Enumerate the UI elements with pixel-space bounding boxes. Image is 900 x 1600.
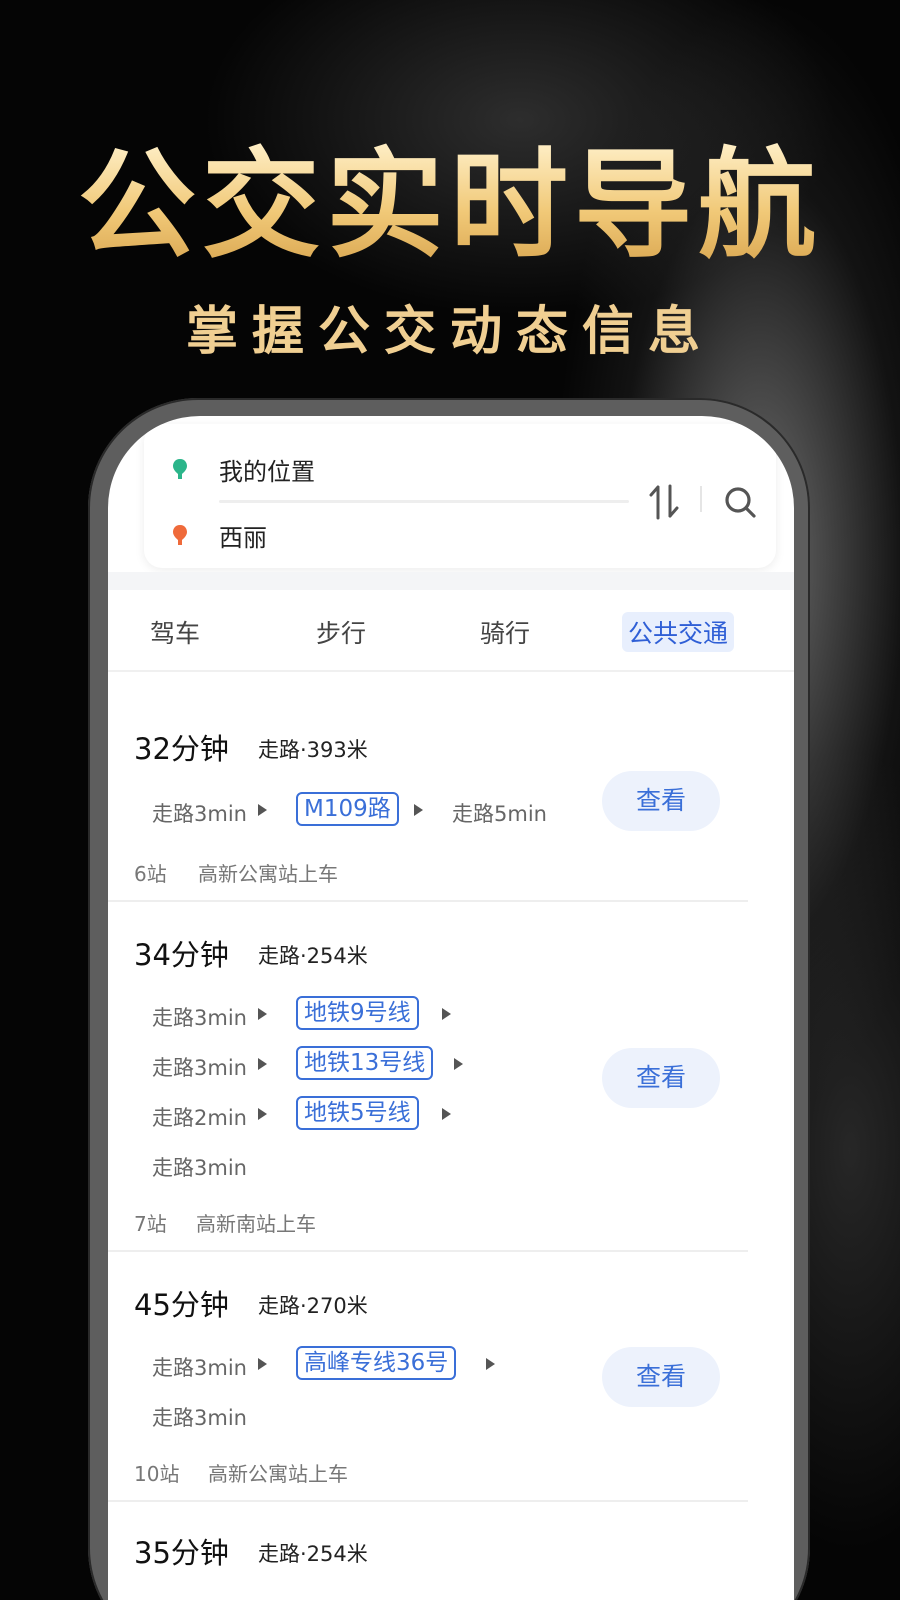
origin-pin-icon: [173, 459, 187, 479]
arrow-right-icon: [258, 1108, 267, 1120]
stop-count: 7站: [134, 1212, 167, 1236]
hero-subtitle: 掌握公交动态信息: [185, 302, 714, 362]
route-input-card: 我的位置 西丽: [144, 424, 776, 568]
stop-count: 6站: [134, 862, 167, 886]
origin-input[interactable]: 我的位置: [219, 452, 315, 487]
arrow-right-icon: [258, 1358, 267, 1370]
arrow-right-icon: [486, 1358, 495, 1370]
tab-transit[interactable]: 公共交通: [622, 612, 735, 652]
stop-count: 10站: [134, 1462, 180, 1486]
walk-segment: 走路3min: [152, 1056, 247, 1080]
transit-line-tag: 地铁9号线: [296, 996, 419, 1030]
result-walk-total: 走路·393米: [258, 738, 368, 762]
transit-line-tag: 地铁13号线: [296, 1046, 434, 1080]
view-button[interactable]: 查看: [602, 771, 720, 831]
result-item[interactable]: 45分钟 走路·270米 走路3min 高峰专线36号 走路3min 查看 10…: [108, 1252, 794, 1502]
boarding-station: 高新南站上车: [196, 1212, 316, 1236]
walk-segment: 走路5min: [452, 802, 547, 826]
destination-pin-icon: [173, 525, 187, 545]
route-divider: [219, 500, 629, 503]
arrow-right-icon: [442, 1008, 451, 1020]
card-separator: [700, 486, 702, 512]
result-walk-total: 走路·254米: [258, 944, 368, 968]
result-duration: 45分钟: [134, 1288, 229, 1322]
separator-band: [108, 572, 794, 590]
search-icon[interactable]: [722, 484, 758, 520]
result-walk-total: 走路·254米: [258, 1542, 368, 1566]
result-item[interactable]: 35分钟 走路·254米: [108, 1502, 794, 1600]
boarding-station: 高新公寓站上车: [198, 862, 338, 886]
view-button[interactable]: 查看: [602, 1048, 720, 1108]
destination-input[interactable]: 西丽: [219, 518, 267, 553]
hero-title: 公交实时导航: [0, 140, 900, 270]
arrow-right-icon: [258, 1008, 267, 1020]
boarding-station: 高新公寓站上车: [208, 1462, 348, 1486]
arrow-right-icon: [454, 1058, 463, 1070]
result-duration: 34分钟: [134, 938, 229, 972]
arrow-right-icon: [258, 1058, 267, 1070]
transit-line-tag: 地铁5号线: [296, 1096, 419, 1130]
transit-line-tag: 高峰专线36号: [296, 1346, 457, 1380]
phone-screen: 我的位置 西丽 驾车 步行 骑行 公共交通 32分钟 走路·393米 走路3mi: [108, 416, 794, 1600]
walk-segment: 走路3min: [152, 1406, 247, 1430]
swap-vertical-icon[interactable]: [646, 482, 684, 522]
tab-ride[interactable]: 骑行: [480, 614, 530, 650]
result-duration: 35分钟: [134, 1536, 229, 1570]
result-walk-total: 走路·270米: [258, 1294, 368, 1318]
tab-drive[interactable]: 驾车: [150, 614, 200, 650]
arrow-right-icon: [258, 804, 267, 816]
arrow-right-icon: [414, 804, 423, 816]
view-button[interactable]: 查看: [602, 1347, 720, 1407]
transport-tabs: 驾车 步行 骑行 公共交通: [108, 590, 794, 672]
result-duration: 32分钟: [134, 732, 229, 766]
walk-segment: 走路3min: [152, 1156, 247, 1180]
result-item[interactable]: 34分钟 走路·254米 走路3min 地铁9号线 走路3min 地铁13号线 …: [108, 902, 794, 1252]
transit-line-tag: M109路: [296, 792, 399, 826]
arrow-right-icon: [442, 1108, 451, 1120]
walk-segment: 走路3min: [152, 1356, 247, 1380]
walk-segment: 走路3min: [152, 802, 247, 826]
result-item[interactable]: 32分钟 走路·393米 走路3min M109路 走路5min 查看 6站 高…: [108, 674, 794, 902]
tab-walk[interactable]: 步行: [316, 614, 366, 650]
walk-segment: 走路3min: [152, 1006, 247, 1030]
walk-segment: 走路2min: [152, 1106, 247, 1130]
